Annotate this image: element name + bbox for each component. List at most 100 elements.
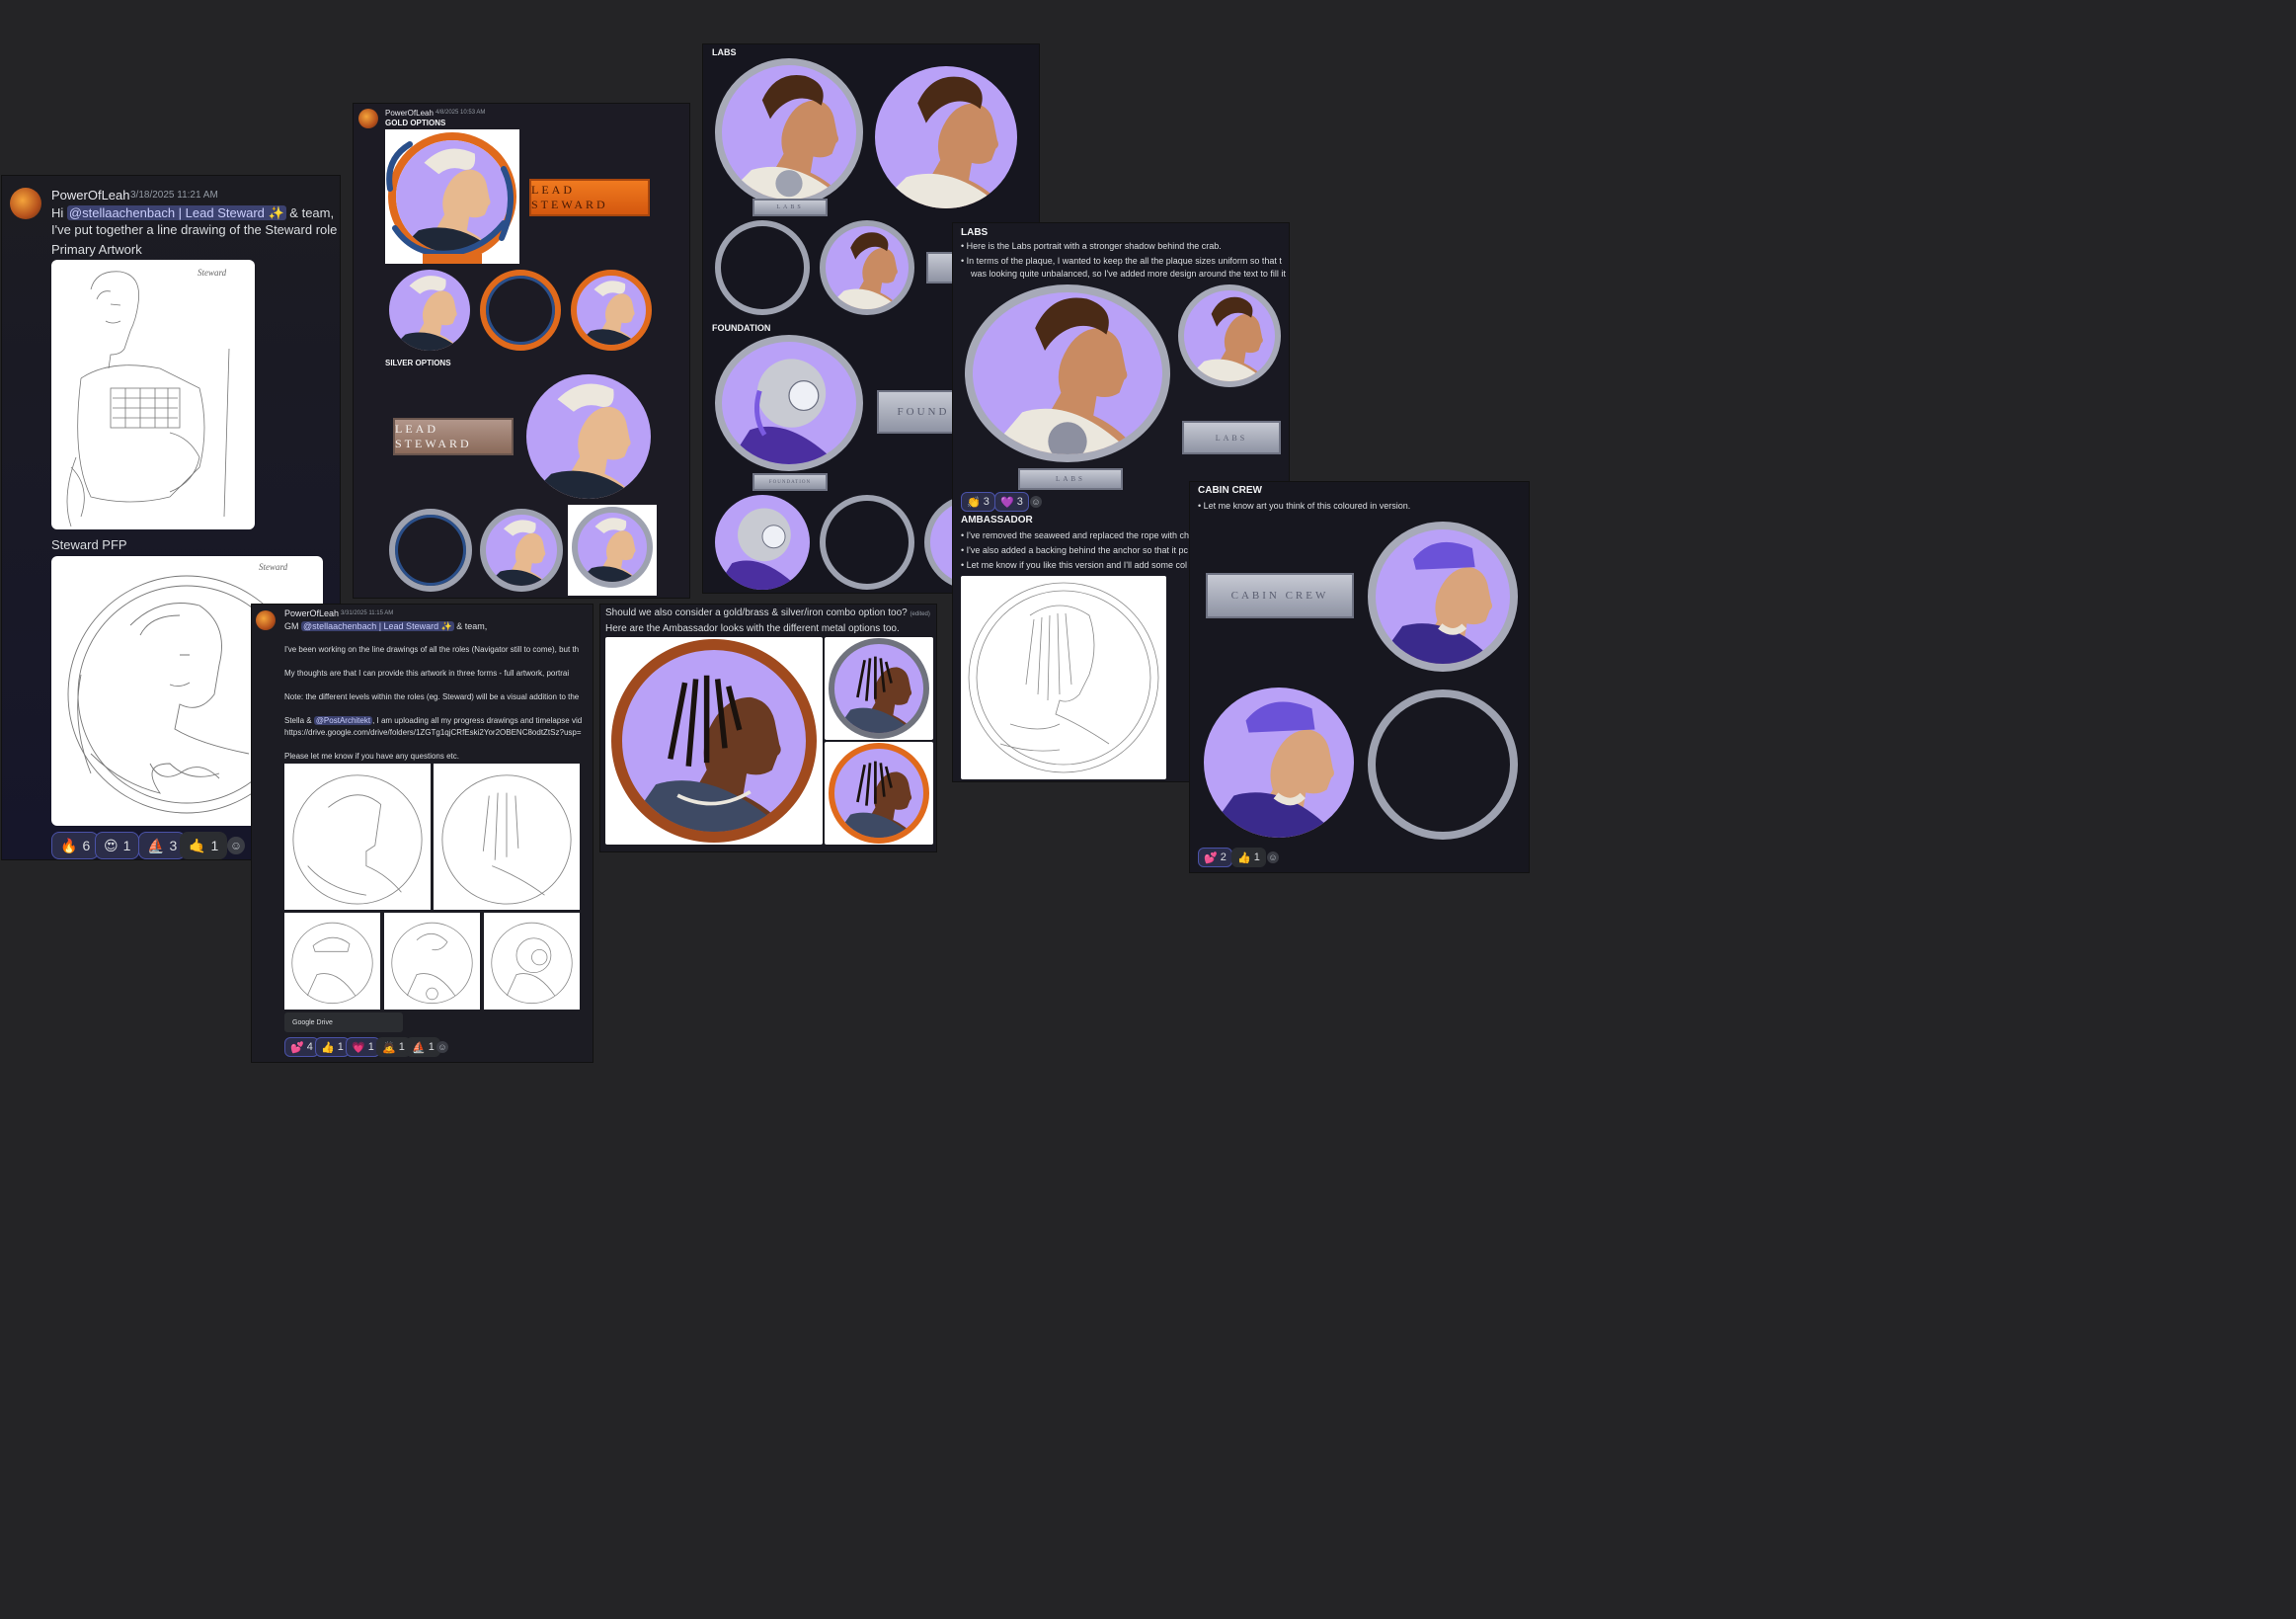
- message-paragraph-2: My thoughts are that I can provide this …: [284, 669, 570, 678]
- message-author[interactable]: PowerOfLeah: [385, 109, 434, 118]
- foundation-pfp[interactable]: [715, 495, 810, 590]
- silver-ring: [829, 638, 929, 739]
- add-reaction-icon[interactable]: ☺: [436, 1041, 448, 1053]
- label-steward-pfp: Steward PFP: [51, 537, 127, 552]
- orange-ring: [829, 743, 929, 844]
- mention-lead-steward[interactable]: @stellaachenbach | Lead Steward ✨: [301, 621, 454, 631]
- copper-ring: [611, 639, 817, 843]
- silver-frame-empty[interactable]: [389, 509, 472, 592]
- reaction-emoji: ⛵: [147, 837, 165, 853]
- message-paragraph-4: Stella & @PostArchitekt, I am uploading …: [284, 716, 582, 725]
- sketch-cabin-crew[interactable]: [284, 913, 380, 1010]
- label-primary-artwork: Primary Artwork: [51, 242, 142, 257]
- foundation-plaque: FOUNDATION: [752, 473, 828, 491]
- silver-large-portrait[interactable]: [526, 374, 651, 499]
- greeting-tail: & team,: [453, 621, 488, 631]
- add-reaction-icon[interactable]: ☺: [227, 837, 245, 854]
- user-avatar[interactable]: [358, 109, 378, 128]
- foundation-frame-empty[interactable]: [820, 495, 914, 590]
- sketch-steward[interactable]: [284, 764, 431, 910]
- paragraph-suffix: , I am uploading all my progress drawing…: [372, 716, 583, 725]
- labs-frame-with-portrait[interactable]: [820, 220, 914, 315]
- labs-frame-empty[interactable]: [715, 220, 810, 315]
- gold-portrait-card[interactable]: [385, 129, 519, 264]
- edited-marker: (edited): [910, 611, 930, 617]
- cabin-crew-heading: CABIN CREW: [1198, 485, 1262, 496]
- ambassador-silver-small[interactable]: [825, 637, 933, 740]
- labs-pfp[interactable]: [875, 66, 1017, 208]
- labs-framed-portrait[interactable]: [715, 58, 863, 206]
- message-author[interactable]: PowerOfLeah: [284, 608, 339, 618]
- cabin-crew-bullet: • Let me know art you think of this colo…: [1198, 501, 1411, 511]
- reaction-count: 2: [1220, 851, 1227, 863]
- message-author[interactable]: PowerOfLeah: [51, 188, 130, 202]
- reaction-two-hearts[interactable]: 💕 4: [284, 1037, 319, 1057]
- reaction-sailboat[interactable]: ⛵ 1: [406, 1037, 440, 1057]
- reaction-emoji: 💕: [1204, 851, 1218, 864]
- sketch-signature: Steward: [198, 268, 227, 278]
- user-avatar[interactable]: [10, 188, 41, 219]
- gold-plaque: LEAD STEWARD: [529, 179, 650, 216]
- foundation-heading: FOUNDATION: [712, 323, 771, 333]
- sketch-ambassador[interactable]: [434, 764, 580, 910]
- reaction-count: 3: [983, 496, 990, 508]
- mention-post-architekt[interactable]: @PostArchitekt: [313, 716, 373, 725]
- message-greeting: GM @stellaachenbach | Lead Steward ✨ & t…: [284, 621, 487, 632]
- sketch-signature: Steward: [259, 562, 288, 572]
- ambassador-bullet-2: • I've also added a backing behind the a…: [961, 545, 1189, 555]
- ambassador-orange-small[interactable]: [825, 742, 933, 845]
- foundation-framed-portrait[interactable]: [715, 335, 863, 471]
- gold-frame-empty[interactable]: [480, 270, 561, 351]
- labs-plaque-small: LABS: [1182, 421, 1281, 454]
- cabin-crew-frame-empty[interactable]: [1368, 689, 1518, 840]
- bullet-text: I've also added a backing behind the anc…: [966, 545, 1189, 555]
- mention-lead-steward[interactable]: @stellaachenbach | Lead Steward ✨: [66, 205, 286, 220]
- sketch-foundation[interactable]: [484, 913, 580, 1010]
- labs-plaque: LABS: [752, 199, 828, 216]
- message-body: I've put together a line drawing of the …: [51, 222, 340, 237]
- cabin-crew-pfp[interactable]: [1204, 688, 1354, 838]
- labs-heading: LABS: [712, 47, 737, 57]
- reaction-count: 3: [1016, 496, 1023, 508]
- silver-plaque: LEAD STEWARD: [393, 418, 514, 455]
- reaction-sailboat[interactable]: ⛵ 3: [138, 832, 187, 859]
- labs-small-framed-portrait[interactable]: [1178, 284, 1281, 387]
- panel-cabin-crew: CABIN CREW • Let me know art you think o…: [1190, 482, 1529, 872]
- reaction-fire[interactable]: 🔥 6: [51, 832, 100, 859]
- reaction-purple-heart[interactable]: 💜 3: [994, 492, 1029, 512]
- reaction-emoji: 💜: [1000, 496, 1014, 509]
- labs-large-framed-portrait[interactable]: [965, 284, 1170, 462]
- reaction-call-me[interactable]: 🤙 1: [180, 832, 228, 859]
- reaction-heart-eyes[interactable]: 😍 1: [95, 832, 140, 859]
- ambassador-bullet-1: • I've removed the seaweed and replaced …: [961, 530, 1190, 540]
- silver-portrait-card[interactable]: [568, 505, 657, 596]
- canvas: { "panel1": { "author": "PowerOfLeah", "…: [0, 0, 2296, 1619]
- reaction-count: 1: [337, 1041, 344, 1053]
- add-reaction-icon[interactable]: ☺: [1030, 496, 1042, 508]
- ambassador-gold-large[interactable]: [605, 637, 823, 845]
- reaction-two-hearts[interactable]: 💕 2: [1198, 848, 1232, 867]
- user-avatar[interactable]: [256, 610, 276, 630]
- sketch-labs[interactable]: [384, 913, 480, 1010]
- reaction-emoji: 🤙: [189, 837, 206, 853]
- reaction-growing-heart[interactable]: 💗 1: [346, 1037, 380, 1057]
- mini-plaque: [423, 254, 482, 264]
- message-timestamp: 3/18/2025 11:21 AM: [130, 190, 218, 201]
- drive-embed[interactable]: Google Drive: [284, 1012, 403, 1032]
- reaction-emoji: 😍: [104, 837, 119, 853]
- reaction-count: 1: [367, 1041, 374, 1053]
- ambassador-linework-card[interactable]: [961, 576, 1166, 779]
- reaction-thumbs-up[interactable]: 👍 1: [1231, 848, 1266, 867]
- labs-bullet-3: was looking quite unbalanced, so I've ad…: [971, 269, 1286, 279]
- attachment-primary-artwork[interactable]: Steward: [51, 260, 255, 529]
- reaction-thumbs-up[interactable]: 👍 1: [315, 1037, 350, 1057]
- drive-link[interactable]: https://drive.google.com/drive/folders/1…: [284, 728, 582, 737]
- reaction-clap[interactable]: 👏 3: [961, 492, 995, 512]
- gold-pfp-plain[interactable]: [389, 270, 470, 351]
- add-reaction-icon[interactable]: ☺: [1267, 851, 1279, 863]
- cabin-crew-framed-portrait[interactable]: [1368, 522, 1518, 672]
- panel-ambassador-metals: Should we also consider a gold/brass & s…: [600, 605, 936, 851]
- reaction-count: 3: [169, 838, 178, 853]
- gold-frame-with-portrait[interactable]: [571, 270, 652, 351]
- silver-frame-with-portrait[interactable]: [480, 509, 563, 592]
